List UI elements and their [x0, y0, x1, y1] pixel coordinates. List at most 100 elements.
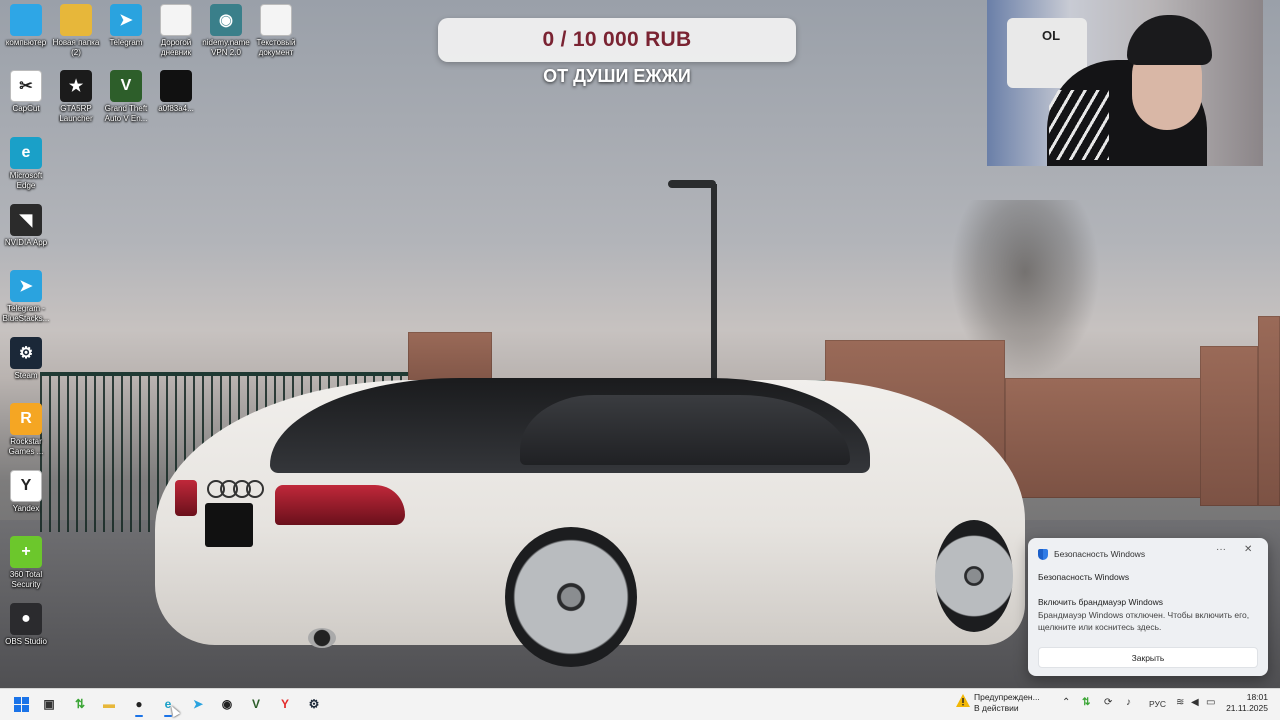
- gta-v-icon: V: [110, 70, 142, 102]
- wallpaper-brick-wall: [1005, 378, 1205, 498]
- desktop-icon-label: a0f83a4...: [158, 104, 194, 113]
- wallpaper-brick-pillar: [1258, 316, 1280, 506]
- wifi-icon[interactable]: ≋: [1176, 697, 1184, 708]
- nvidia-icon: ◥: [10, 204, 42, 236]
- wallpaper-car-taillight: [275, 485, 405, 525]
- document-icon: [160, 4, 192, 36]
- more-options-icon[interactable]: ···: [1216, 544, 1226, 555]
- 360-security-icon: +: [10, 536, 42, 568]
- webcam-cap: [1127, 15, 1212, 65]
- desktop-icon[interactable]: ✂ CapCut: [0, 70, 52, 114]
- wallpaper-car-logo: [207, 480, 267, 498]
- volume-icon[interactable]: ◀: [1191, 697, 1199, 708]
- desktop-icon-label: Telegram: [109, 38, 143, 47]
- obs-icon: ●: [10, 603, 42, 635]
- document-icon: [260, 4, 292, 36]
- edge-icon: e: [10, 137, 42, 169]
- taskbar-clock[interactable]: 18:01 21.11.2025: [1226, 692, 1268, 714]
- vpn-icon[interactable]: ◉: [216, 693, 238, 715]
- desktop-icon-label: nidemy.name VPN 2.0: [202, 38, 250, 57]
- wallpaper-car-wheel: [935, 520, 1013, 632]
- wallpaper-car-exhaust: [308, 628, 336, 648]
- warning-line2: В действии: [974, 703, 1019, 713]
- close-button[interactable]: Закрыть: [1038, 647, 1258, 668]
- warning-icon[interactable]: [956, 694, 970, 707]
- notification-source: Безопасность Windows: [1054, 549, 1146, 559]
- desktop-icon-label: CapCut: [12, 104, 40, 113]
- sync-tray-icon[interactable]: ⟳: [1104, 697, 1112, 708]
- desktop-icon[interactable]: ➤ Telegram - BlueStacks...: [0, 270, 52, 323]
- notification-app-name: Безопасность Windows: [1038, 572, 1130, 582]
- clock-date: 21.11.2025: [1226, 703, 1268, 713]
- webcam-chair-text: OL: [1042, 28, 1061, 43]
- clock-time: 18:01: [1246, 692, 1268, 702]
- warning-line1: Предупрежден...: [974, 692, 1040, 702]
- desktop-icon[interactable]: Y Yandex: [0, 470, 52, 514]
- yandex-icon[interactable]: Y: [274, 693, 296, 715]
- wallpaper-car-wheel: [505, 527, 637, 667]
- task-view-icon[interactable]: ▣: [38, 693, 60, 715]
- desktop-icon[interactable]: ⚙ Steam: [0, 337, 52, 381]
- torrent-tray-icon[interactable]: ⇅: [1082, 697, 1090, 708]
- capcut-icon: ✂: [10, 70, 42, 102]
- desktop-icon-label: Microsoft Edge: [9, 171, 43, 190]
- desktop-icon-label: компьютер: [5, 38, 47, 47]
- wallpaper-lamp-pole: [711, 184, 717, 384]
- battery-icon[interactable]: ▭: [1206, 697, 1215, 708]
- security-notification[interactable]: Безопасность Windows ··· ✕ Безопасность …: [1028, 538, 1268, 676]
- file-icon: [160, 70, 192, 102]
- desktop-icon-label: Steam: [14, 371, 38, 380]
- webcam-feed: OL: [987, 0, 1263, 166]
- shield-icon: [1038, 548, 1048, 560]
- desktop-icon[interactable]: ◥ NVIDIA App: [0, 204, 52, 248]
- torrent-icon[interactable]: ⇅: [69, 693, 91, 715]
- start-button[interactable]: [10, 693, 32, 715]
- desktop-icon[interactable]: e Microsoft Edge: [0, 137, 52, 190]
- desktop-icon[interactable]: компьютер: [0, 4, 52, 48]
- telegram-icon[interactable]: ➤: [187, 693, 209, 715]
- vpn-icon: ◉: [210, 4, 242, 36]
- desktop-icon[interactable]: V Grand Theft Auto V En...: [100, 70, 152, 123]
- desktop-icon[interactable]: +360 Total Security: [0, 536, 52, 589]
- desktop-icon[interactable]: ◉ nidemy.name VPN 2.0: [200, 4, 252, 57]
- wallpaper-brick-pillar: [1200, 346, 1258, 506]
- running-indicator: [164, 715, 172, 717]
- wallpaper-lamp: [668, 180, 716, 188]
- desktop-icon-label: Текстовый документ: [256, 38, 296, 57]
- language-indicator[interactable]: РУС: [1149, 699, 1166, 709]
- gta5rp-icon: ★: [60, 70, 92, 102]
- desktop-icon[interactable]: a0f83a4...: [150, 70, 202, 114]
- desktop-icon[interactable]: Текстовый документ: [250, 4, 302, 57]
- desktop-icon[interactable]: ● OBS Studio: [0, 603, 52, 647]
- show-hidden-icons-chevron-icon[interactable]: ⌃: [1062, 697, 1070, 708]
- security-warning-tray[interactable]: Предупрежден... В действии: [974, 692, 1040, 714]
- desktop-icon-label: Rockstar Games ...: [8, 437, 44, 456]
- steam-icon: ⚙: [10, 337, 42, 369]
- telegram-icon: ➤: [110, 4, 142, 36]
- desktop-icon[interactable]: ★ GTA5RP Launcher: [50, 70, 102, 123]
- desktop-icon-label: 360 Total Security: [9, 570, 43, 589]
- desktop-icon[interactable]: R Rockstar Games ...: [0, 403, 52, 456]
- steam-icon[interactable]: ⚙: [303, 693, 325, 715]
- desktop-icon[interactable]: Новая папка (2): [50, 4, 102, 57]
- file-explorer-icon[interactable]: ▬: [98, 693, 120, 715]
- folder-icon: [60, 4, 92, 36]
- close-icon[interactable]: ✕: [1244, 544, 1252, 555]
- windows-logo-icon: [13, 696, 29, 712]
- monitor-icon: [10, 4, 42, 36]
- notification-body: Брандмауэр Windows отключен. Чтобы включ…: [1038, 610, 1250, 632]
- rockstar-icon: R: [10, 403, 42, 435]
- microphone-icon[interactable]: ♪: [1126, 697, 1131, 708]
- webcam-jacket-stripes: [1049, 90, 1109, 160]
- desktop-icon[interactable]: Дорогой дневник: [150, 4, 202, 57]
- wallpaper-car-taillight: [175, 480, 197, 516]
- desktop-icon-label: Дорогой дневник: [160, 38, 192, 57]
- desktop-icon-label: Telegram - BlueStacks...: [2, 304, 50, 323]
- notification-header: Безопасность Windows: [1038, 546, 1145, 562]
- desktop-icon[interactable]: ➤ Telegram: [100, 4, 152, 48]
- desktop-icon-label: GTA5RP Launcher: [59, 104, 93, 123]
- gta-v-icon[interactable]: V: [245, 693, 267, 715]
- notification-title: Включить брандмауэр Windows: [1038, 597, 1164, 607]
- running-indicator: [135, 715, 143, 717]
- obs-icon[interactable]: ●: [128, 693, 150, 715]
